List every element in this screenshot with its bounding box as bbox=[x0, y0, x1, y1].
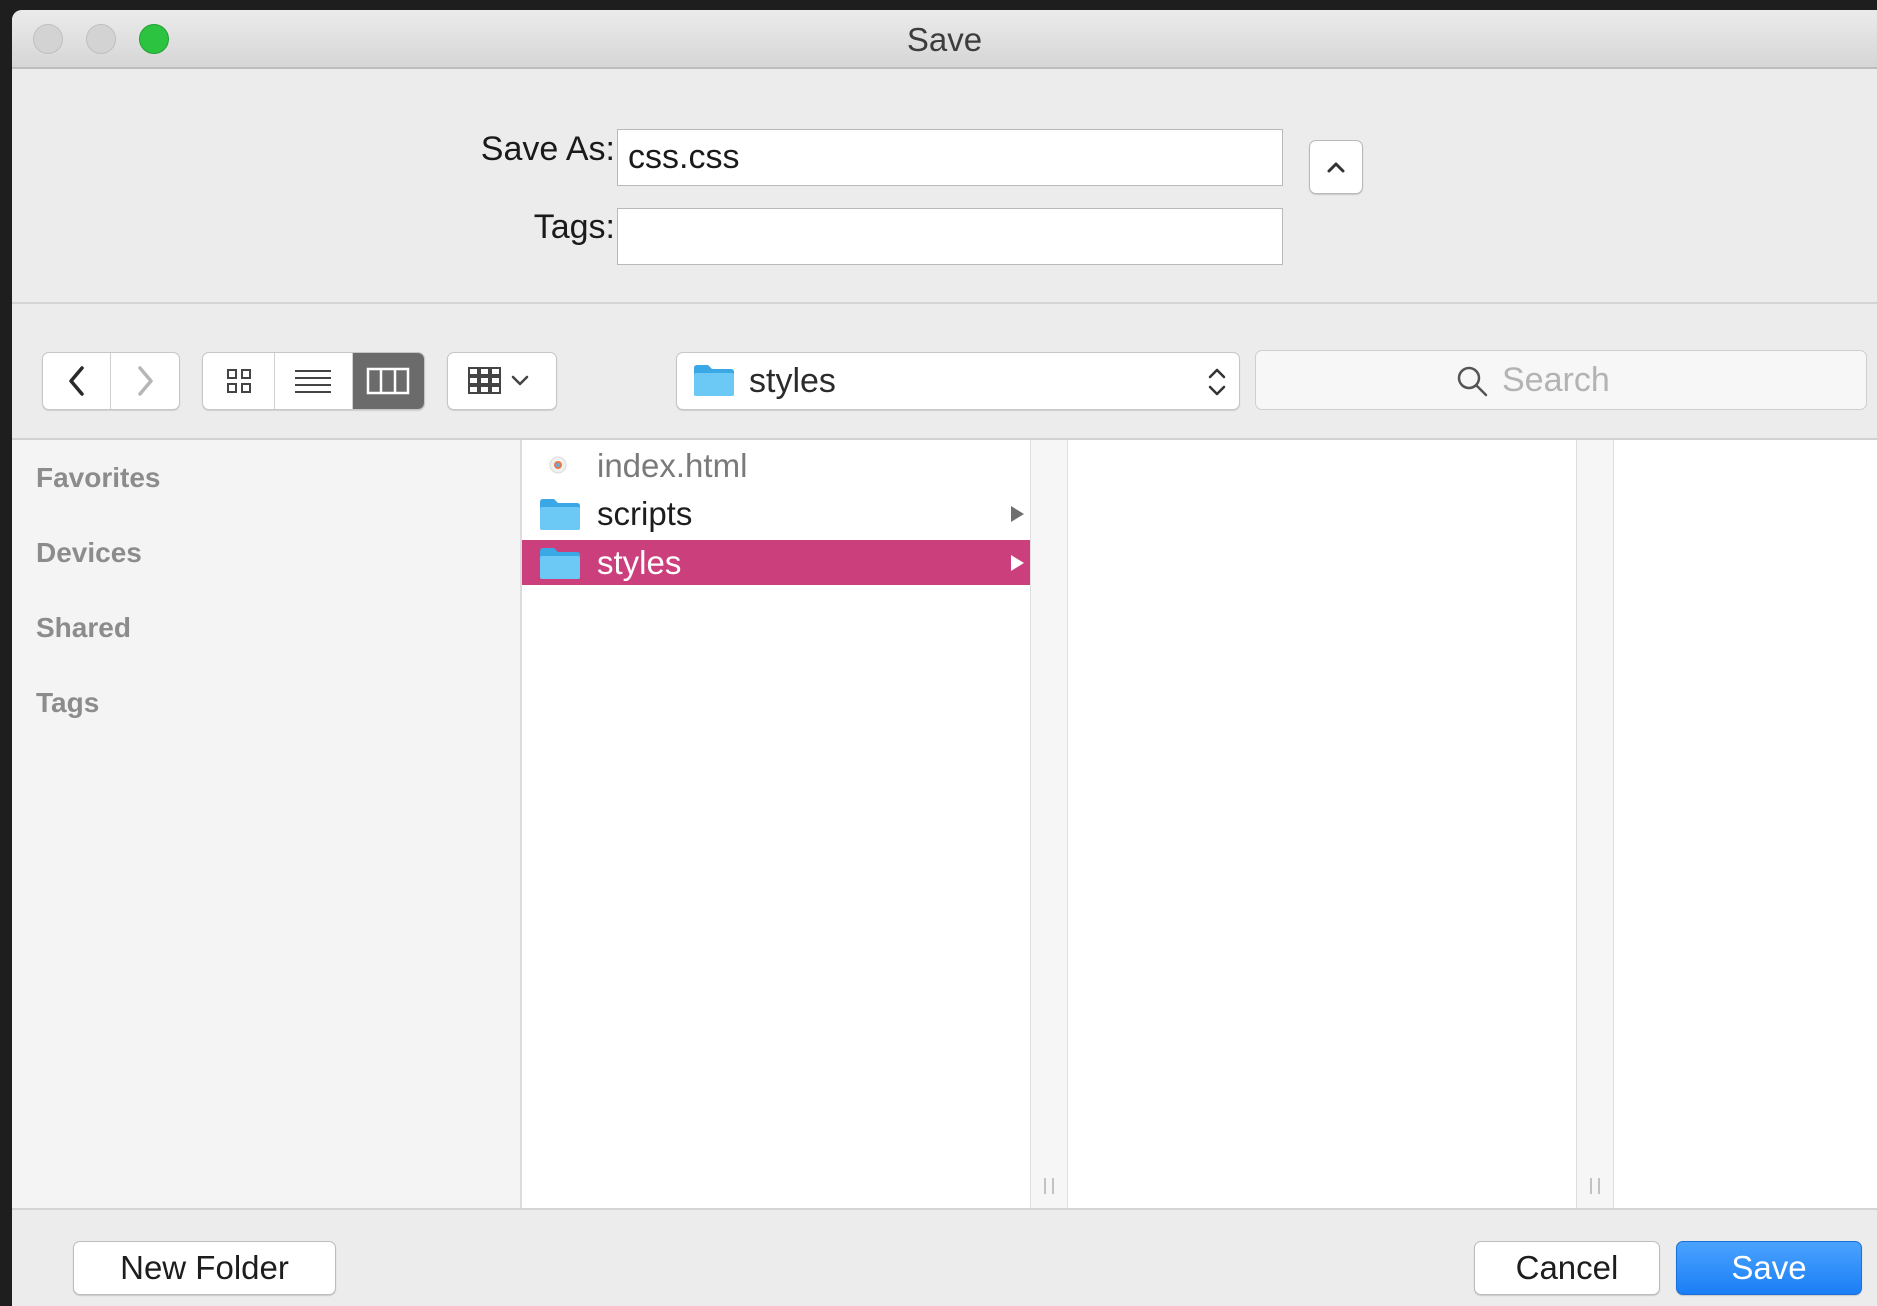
save-button[interactable]: Save bbox=[1676, 1241, 1862, 1295]
search-placeholder: Search bbox=[1502, 361, 1610, 399]
forward-button[interactable] bbox=[111, 353, 179, 409]
chevron-left-icon bbox=[68, 366, 84, 396]
tags-label: Tags: bbox=[533, 208, 615, 246]
collapse-dialog-button[interactable] bbox=[1309, 140, 1363, 194]
save-as-label: Save As: bbox=[480, 130, 615, 168]
save-dialog: Save Save As: Tags: bbox=[12, 10, 1877, 1306]
file-name: index.html bbox=[597, 446, 748, 484]
folder-row-scripts[interactable]: scripts bbox=[522, 491, 1030, 536]
browser-column-1: index.html scripts styles bbox=[522, 440, 1030, 1208]
back-forward-control bbox=[42, 352, 180, 410]
title-bar: Save bbox=[12, 10, 1877, 69]
search-icon bbox=[1457, 366, 1488, 397]
back-button[interactable] bbox=[43, 353, 111, 409]
icon-view-icon bbox=[226, 369, 251, 393]
list-view-icon bbox=[295, 370, 332, 393]
save-as-field[interactable] bbox=[617, 129, 1283, 186]
resize-grip-icon bbox=[1590, 1178, 1600, 1194]
column-resize-divider-1[interactable] bbox=[1030, 440, 1068, 1208]
column-view-button[interactable] bbox=[352, 353, 424, 409]
up-down-chevron-icon bbox=[1208, 368, 1226, 396]
window-title: Save bbox=[906, 21, 983, 58]
sidebar: Favorites Devices Shared Tags bbox=[12, 440, 522, 1208]
new-folder-button[interactable]: New Folder bbox=[73, 1241, 336, 1295]
search-field[interactable]: Search bbox=[1255, 350, 1867, 410]
sidebar-item-devices[interactable]: Devices bbox=[36, 537, 142, 569]
navigation-toolbar: styles Search bbox=[12, 304, 1877, 440]
folder-icon bbox=[540, 548, 580, 579]
arrange-button[interactable] bbox=[447, 352, 557, 410]
dialog-footer: New Folder Cancel Save bbox=[12, 1208, 1877, 1306]
tags-field[interactable] bbox=[617, 208, 1283, 265]
disclosure-arrow-icon bbox=[1011, 505, 1024, 522]
folder-icon bbox=[694, 365, 734, 396]
browser-column-3 bbox=[1614, 440, 1877, 1208]
list-view-button[interactable] bbox=[275, 353, 353, 409]
chevron-right-icon bbox=[138, 366, 153, 396]
folder-row-styles[interactable]: styles bbox=[522, 540, 1030, 585]
browser-column-2 bbox=[1068, 440, 1576, 1208]
location-popup[interactable]: styles bbox=[676, 352, 1240, 410]
sidebar-item-shared[interactable]: Shared bbox=[36, 612, 131, 644]
chevron-up-icon bbox=[1327, 162, 1345, 173]
column-view-icon bbox=[367, 367, 410, 395]
location-label: styles bbox=[749, 362, 836, 400]
html-file-icon bbox=[549, 456, 567, 474]
disclosure-arrow-icon bbox=[1011, 554, 1024, 571]
view-mode-control bbox=[202, 352, 425, 410]
folder-name: styles bbox=[597, 543, 682, 581]
resize-grip-icon bbox=[1044, 1178, 1054, 1194]
file-row-index-html[interactable]: index.html bbox=[522, 443, 1030, 488]
arrange-control[interactable] bbox=[448, 353, 556, 409]
folder-name: scripts bbox=[597, 494, 693, 532]
folder-icon bbox=[540, 499, 580, 530]
column-resize-divider-2[interactable] bbox=[1576, 440, 1614, 1208]
icon-view-button[interactable] bbox=[203, 353, 276, 409]
save-options: Save As: Tags: bbox=[12, 69, 1877, 304]
sidebar-item-tags[interactable]: Tags bbox=[36, 687, 99, 719]
cancel-button[interactable]: Cancel bbox=[1474, 1241, 1660, 1295]
arrange-icon bbox=[468, 367, 529, 394]
sidebar-item-favorites[interactable]: Favorites bbox=[36, 462, 161, 494]
